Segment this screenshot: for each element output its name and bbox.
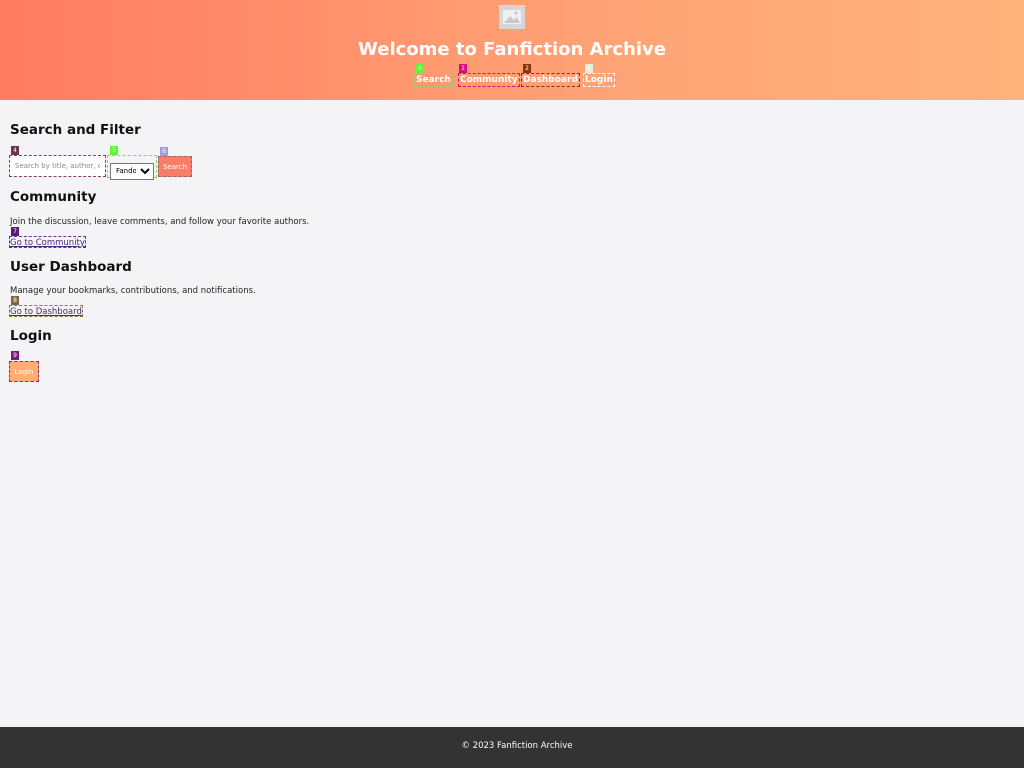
- element-index-badge: 4: [11, 146, 19, 155]
- element-index-badge: 2: [523, 64, 531, 73]
- nav-link-login[interactable]: Login: [583, 73, 615, 87]
- go-to-community-link[interactable]: Go to Community: [9, 236, 86, 248]
- element-index-badge: 7: [11, 227, 19, 236]
- image-placeholder-icon: [499, 5, 525, 29]
- section-title-login: Login: [10, 328, 52, 344]
- login-button[interactable]: Login: [9, 361, 39, 382]
- element-index-badge: 1: [459, 64, 467, 73]
- community-description: Join the discussion, leave comments, and…: [10, 217, 310, 227]
- footer-copyright: © 2023 Fanfiction Archive: [461, 741, 573, 751]
- element-index-badge: 5: [110, 146, 118, 155]
- element-index-badge: 9: [11, 351, 19, 360]
- section-title-community: Community: [10, 189, 97, 205]
- dashboard-description: Manage your bookmarks, contributions, an…: [10, 286, 256, 296]
- site-header: Welcome to Fanfiction Archive Search 0 C…: [0, 0, 1024, 100]
- fandom-select[interactable]: Fandom: [110, 162, 154, 180]
- section-title-dashboard: User Dashboard: [10, 259, 132, 275]
- search-input[interactable]: [9, 155, 106, 177]
- section-title-search: Search and Filter: [10, 122, 141, 138]
- element-index-badge: 0: [416, 64, 424, 73]
- search-button[interactable]: Search: [158, 156, 192, 177]
- site-footer: © 2023 Fanfiction Archive: [0, 727, 1024, 768]
- fandom-select-wrapper: Fandom: [107, 155, 157, 180]
- nav-link-community[interactable]: Community: [458, 73, 520, 87]
- nav-link-search[interactable]: Search: [414, 73, 453, 87]
- element-index-badge: 3: [585, 64, 593, 73]
- element-index-badge: 6: [160, 147, 168, 156]
- page-title: Welcome to Fanfiction Archive: [358, 39, 666, 60]
- nav-link-dashboard[interactable]: Dashboard: [521, 73, 580, 87]
- element-index-badge: 8: [11, 296, 19, 305]
- go-to-dashboard-link[interactable]: Go to Dashboard: [9, 305, 83, 317]
